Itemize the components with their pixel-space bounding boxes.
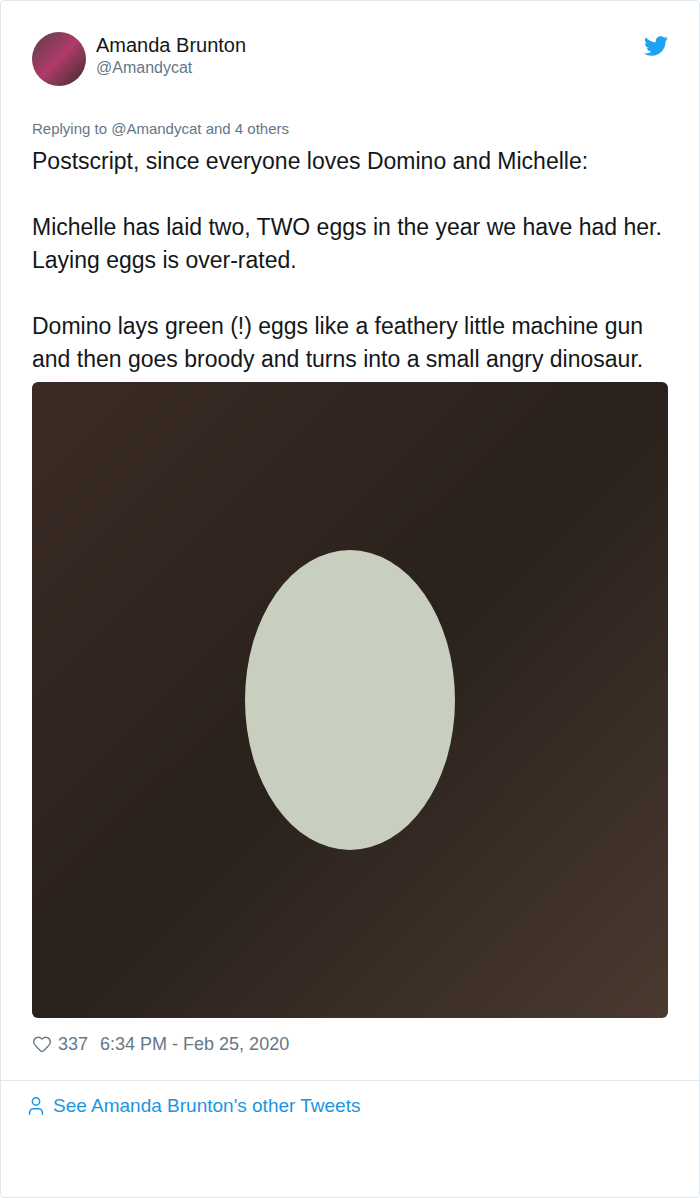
heart-icon[interactable]	[32, 1034, 52, 1054]
tweet-paragraph: Postscript, since everyone loves Domino …	[32, 145, 668, 178]
twitter-bird-icon[interactable]	[644, 34, 668, 58]
tweet-paragraph: Domino lays green (!) eggs like a feathe…	[32, 310, 668, 376]
avatar[interactable]	[32, 32, 86, 86]
other-tweets-link[interactable]: See Amanda Brunton's other Tweets	[1, 1081, 699, 1121]
author-name[interactable]: Amanda Brunton	[96, 33, 246, 57]
tweet-header: Amanda Brunton@Amandycat	[32, 32, 668, 86]
timestamp[interactable]: 6:34 PM - Feb 25, 2020	[100, 1031, 289, 1058]
tweet-paragraph: Michelle has laid two, TWO eggs in the y…	[32, 211, 668, 277]
like-count: 337	[58, 1031, 88, 1058]
author-handle[interactable]: @Amandycat	[96, 57, 246, 79]
tweet-text: Postscript, since everyone loves Domino …	[32, 145, 668, 376]
reply-to: Replying to @Amandycat and 4 others	[32, 119, 668, 139]
tweet-photo[interactable]	[32, 382, 668, 1018]
tweet-footer: 337 6:34 PM - Feb 25, 2020	[32, 1032, 668, 1056]
page: Amanda Brunton@Amandycat Replying to @Ama…	[0, 0, 700, 1198]
person-icon	[25, 1095, 47, 1117]
tweet-card: Amanda Brunton@Amandycat Replying to @Ama…	[0, 0, 700, 1198]
